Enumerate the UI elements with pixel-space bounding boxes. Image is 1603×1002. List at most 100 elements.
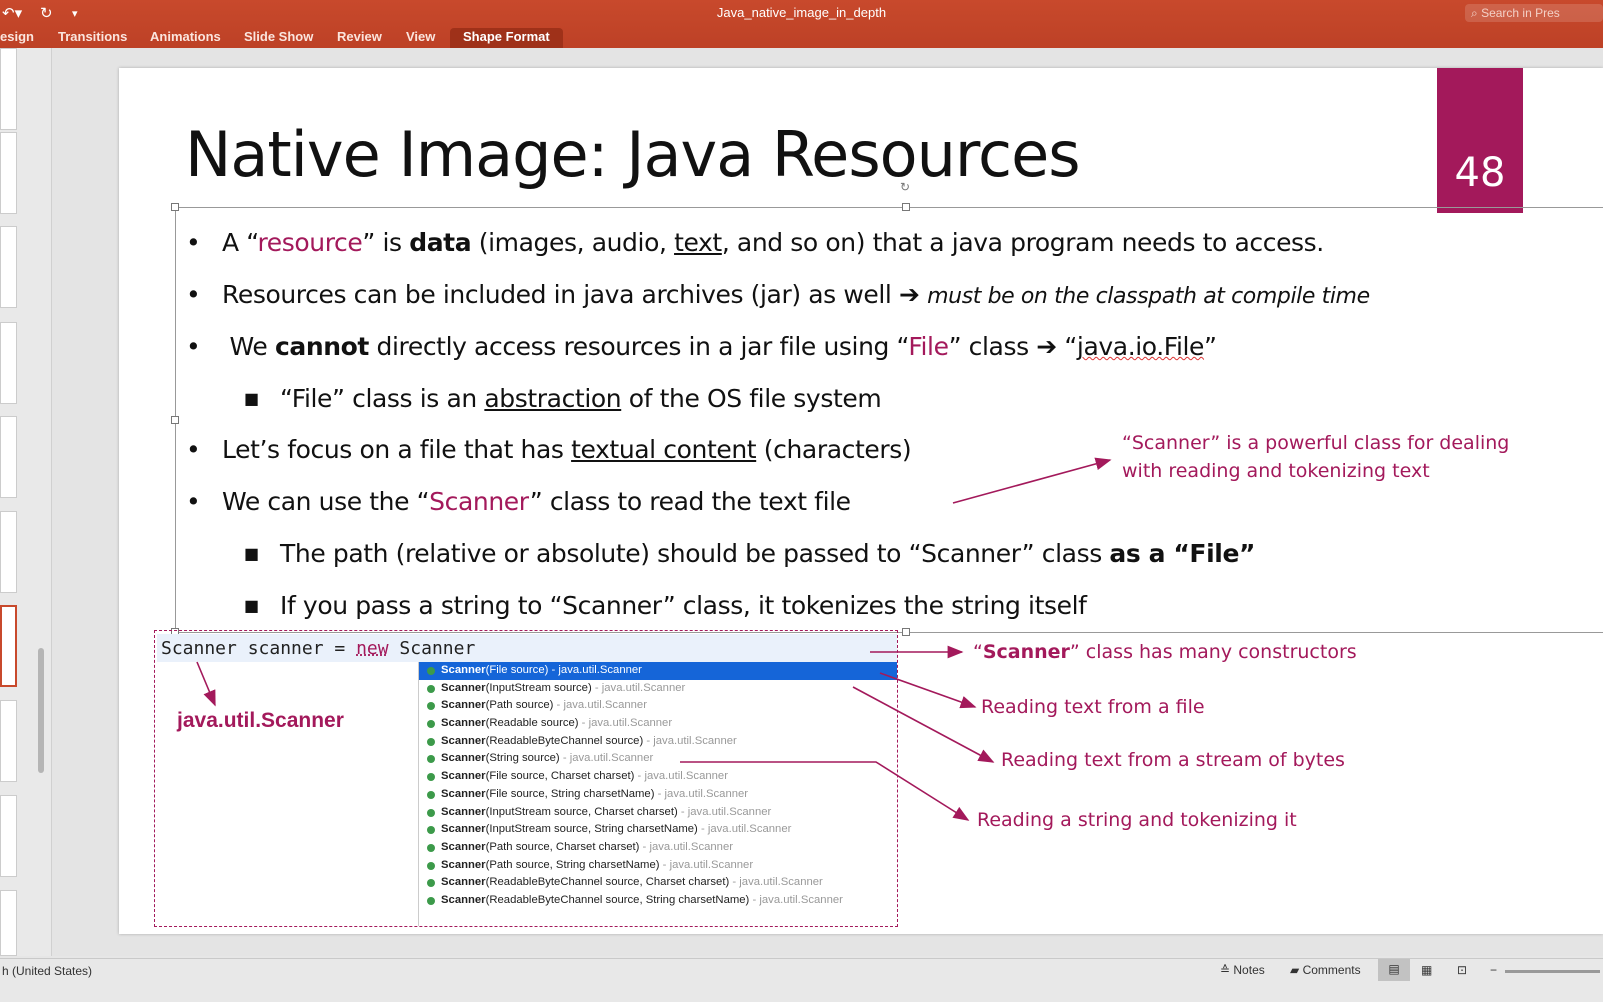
completion-item[interactable]: Scanner(Path source, Charset charset) - …: [419, 839, 897, 857]
method-icon: [427, 879, 435, 888]
method-package: java.util.Scanner: [569, 752, 654, 765]
thumbnail-scrollbar[interactable]: [38, 648, 44, 773]
tab-shape-format[interactable]: Shape Format: [450, 28, 563, 48]
completion-item[interactable]: Scanner(InputStream source, String chars…: [419, 821, 897, 839]
slide-thumbnail[interactable]: [0, 890, 17, 956]
bullet-item: • We cannot directly access resources in…: [186, 332, 1217, 361]
method-params: (Path source, Charset charset): [485, 840, 640, 853]
tab-design[interactable]: esign: [0, 28, 34, 48]
method-icon: [427, 808, 435, 817]
method-name: Scanner: [441, 699, 486, 712]
completion-item[interactable]: Scanner(Path source) - java.util.Scanner: [419, 697, 897, 715]
slide-thumbnail[interactable]: [0, 700, 17, 782]
method-package: java.util.Scanner: [664, 787, 749, 800]
bullet-text: ” class to read the text file: [529, 487, 851, 516]
slide-thumbnail[interactable]: [0, 322, 17, 404]
resize-handle[interactable]: [171, 203, 179, 211]
method-icon: [427, 702, 435, 711]
resize-handle[interactable]: [902, 203, 910, 211]
method-params: (Path source, String charsetName): [485, 858, 660, 871]
slide-thumbnail[interactable]: [0, 48, 17, 130]
presenter-view-icon[interactable]: ⊡: [1457, 963, 1467, 977]
bullet-marker-icon: ■: [244, 596, 259, 615]
ribbon: ↶▾ ↻ ▾ Java_native_image_in_depth ⌕ Sear…: [0, 0, 1603, 48]
resize-handle[interactable]: [171, 416, 179, 424]
completion-item[interactable]: Scanner(InputStream source) - java.util.…: [419, 680, 897, 698]
annotation-stream: Reading text from a stream of bytes: [1001, 749, 1345, 771]
method-params: (String source): [485, 752, 560, 765]
resize-handle[interactable]: [902, 628, 910, 636]
slide-thumbnail[interactable]: [0, 511, 17, 593]
comments-label: Comments: [1302, 963, 1361, 977]
notes-button[interactable]: ≙ Notes: [1220, 963, 1265, 977]
tab-slide-show[interactable]: Slide Show: [244, 28, 313, 48]
bullet-item: • Resources can be included in java archi…: [186, 280, 1370, 309]
tab-review[interactable]: Review: [337, 28, 382, 48]
bullet-text: A “: [222, 228, 258, 257]
completion-item[interactable]: Scanner(File source, String charsetName)…: [419, 786, 897, 804]
bullet-text: File: [908, 332, 949, 361]
bullet-text: (characters): [756, 435, 912, 464]
bullet-text: resource: [257, 228, 363, 257]
slide-thumbnail-selected[interactable]: [0, 605, 17, 687]
slide-thumbnail[interactable]: [0, 416, 17, 498]
method-icon: [427, 790, 435, 799]
bullet-text: We: [222, 332, 275, 361]
zoom-slider[interactable]: [1505, 970, 1600, 973]
tab-transitions[interactable]: Transitions: [58, 28, 127, 48]
slide-thumbnail[interactable]: [0, 132, 17, 214]
status-bar: h (United States) ≙ Notes ▰ Comments ▤ ▦…: [0, 958, 1603, 1002]
completion-item[interactable]: Scanner(InputStream source, Charset char…: [419, 804, 897, 822]
code-suffix: Scanner: [388, 638, 476, 659]
completion-item[interactable]: Scanner(ReadableByteChannel source, Stri…: [419, 892, 897, 910]
method-name: Scanner: [441, 681, 486, 694]
method-package: java.util.Scanner: [601, 681, 686, 694]
method-name: Scanner: [441, 805, 486, 818]
method-package: java.util.Scanner: [563, 699, 647, 712]
bullet-item: • We can use the “Scanner” class to read …: [186, 487, 851, 516]
quote: “: [973, 641, 983, 663]
tab-view[interactable]: View: [406, 28, 435, 48]
completion-item[interactable]: Scanner(Readable source) - java.util.Sca…: [419, 715, 897, 733]
method-name: Scanner: [441, 787, 486, 800]
method-package: java.util.Scanner: [644, 770, 728, 783]
method-package: java.util.Scanner: [649, 840, 733, 853]
completion-item[interactable]: Scanner(ReadableByteChannel source) - ja…: [419, 733, 897, 751]
tab-animations[interactable]: Animations: [150, 28, 221, 48]
method-icon: [427, 667, 435, 675]
bullet-text: cannot: [274, 332, 369, 361]
rotate-handle-icon[interactable]: ↻: [900, 180, 910, 194]
bullet-text: as a “File”: [1109, 539, 1256, 568]
method-name: Scanner: [441, 734, 486, 747]
method-icon: [427, 737, 435, 746]
bullet-item: • Let’s focus on a file that has textual …: [186, 435, 912, 464]
comments-button[interactable]: ▰ Comments: [1290, 963, 1361, 977]
bullet-text: java.io.File: [1076, 332, 1205, 361]
zoom-out-icon[interactable]: −: [1490, 963, 1497, 977]
bullet-item: ■ If you pass a string to “Scanner” class…: [244, 591, 1087, 620]
slide-thumbnail[interactable]: [0, 795, 17, 877]
method-package: java.util.Scanner: [669, 858, 754, 871]
bullet-marker-icon: •: [186, 280, 201, 309]
completion-item[interactable]: Scanner(ReadableByteChannel source, Char…: [419, 874, 897, 892]
slide-thumbnail[interactable]: [0, 226, 17, 308]
method-name: Scanner: [441, 876, 486, 889]
slide-number-badge: 48: [1437, 68, 1523, 213]
method-package: java.util.Scanner: [687, 805, 772, 818]
normal-view-icon[interactable]: ▤: [1378, 959, 1410, 981]
completion-item[interactable]: Scanner(File source, Charset charset) - …: [419, 768, 897, 786]
method-package: java.util.Scanner: [558, 664, 642, 676]
language-status[interactable]: h (United States): [2, 964, 92, 978]
slide-thumbnails: [0, 48, 52, 956]
completion-item[interactable]: Scanner(String source) - java.util.Scann…: [419, 750, 897, 768]
bullet-text: (images, audio,: [471, 228, 675, 257]
completion-item[interactable]: Scanner(Path source, String charsetName)…: [419, 857, 897, 875]
slide-title[interactable]: Native Image: Java Resources: [185, 118, 1081, 191]
slide-sorter-icon[interactable]: ▦: [1421, 963, 1432, 977]
bullet-item: • A “resource” is data (images, audio, te…: [186, 228, 1324, 257]
completion-item[interactable]: Scanner(File source) - java.util.Scanner: [419, 662, 897, 680]
bullet-textbox[interactable]: [171, 203, 1603, 636]
code-keyword: new: [356, 638, 389, 659]
search-input[interactable]: ⌕ Search in Pres: [1465, 4, 1603, 22]
bullet-marker-icon: •: [186, 487, 201, 516]
